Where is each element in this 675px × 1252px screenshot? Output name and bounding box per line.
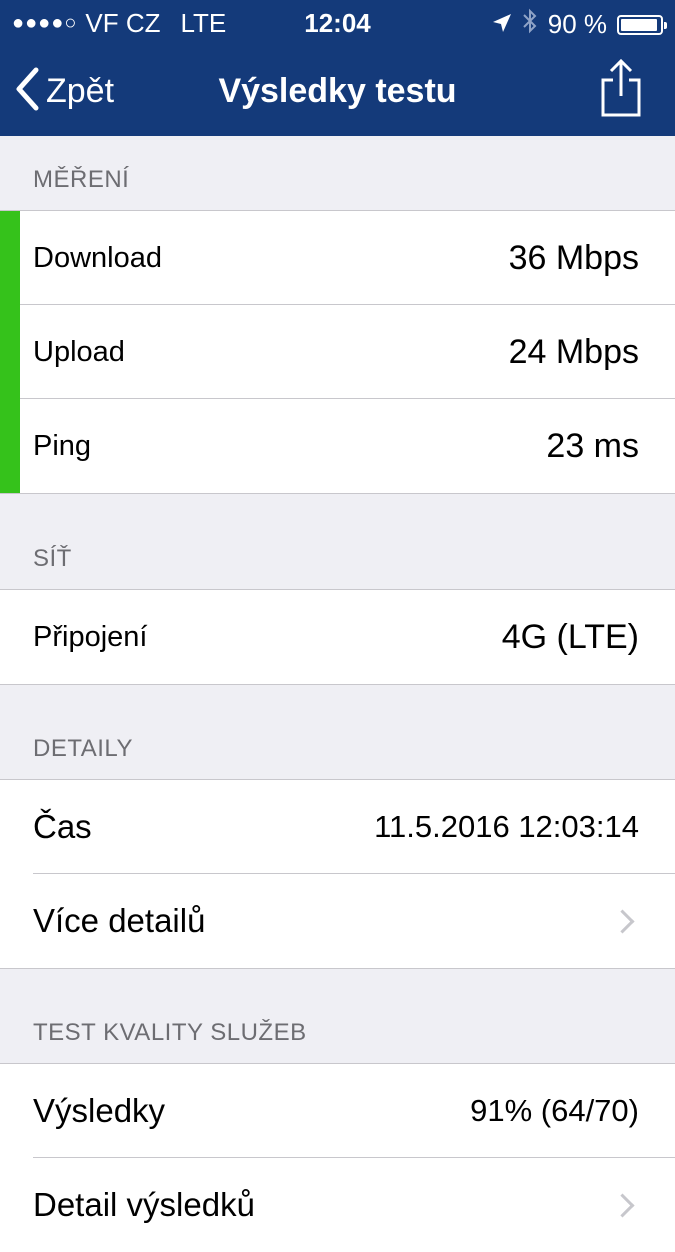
row-label: Více detailů bbox=[33, 902, 206, 939]
status-right: 90 % bbox=[492, 8, 667, 41]
details-row-time: Čas 11.5.2016 12:03:14 bbox=[0, 780, 675, 874]
section-header-details: DETAILY bbox=[33, 735, 133, 762]
location-arrow-icon bbox=[492, 9, 512, 40]
row-label: Připojení bbox=[33, 620, 148, 653]
row-value: 23 ms bbox=[546, 426, 639, 465]
network-group: Připojení 4G (LTE) bbox=[0, 589, 675, 685]
share-button[interactable] bbox=[599, 58, 643, 118]
row-value: 36 Mbps bbox=[508, 238, 639, 277]
chevron-right-icon bbox=[610, 1192, 635, 1218]
row-label: Čas bbox=[33, 808, 92, 845]
measurement-group: Download 36 Mbps Upload 24 Mbps Ping 23 … bbox=[0, 210, 675, 494]
measurement-row-download: Download 36 Mbps bbox=[0, 211, 675, 305]
row-label: Detail výsledků bbox=[33, 1186, 255, 1223]
network-row-connection: Připojení 4G (LTE) bbox=[0, 590, 675, 684]
bluetooth-icon bbox=[522, 8, 538, 41]
navigation-bar: Zpět Výsledky testu bbox=[0, 46, 675, 136]
row-label: Upload bbox=[33, 335, 125, 368]
section-header-measurement: MĚŘENÍ bbox=[33, 166, 130, 193]
row-value: 91% (64/70) bbox=[470, 1093, 639, 1128]
measurement-row-ping: Ping 23 ms bbox=[0, 398, 675, 493]
qos-row-results: Výsledky 91% (64/70) bbox=[0, 1064, 675, 1158]
section-header-qos: TEST KVALITY SLUŽEB bbox=[33, 1019, 307, 1046]
qos-group: Výsledky 91% (64/70) Detail výsledků bbox=[0, 1063, 675, 1252]
row-label: Výsledky bbox=[33, 1092, 166, 1129]
row-value: 11.5.2016 12:03:14 bbox=[374, 809, 639, 844]
qos-row-result-details[interactable]: Detail výsledků bbox=[0, 1157, 675, 1252]
chevron-right-icon bbox=[610, 908, 635, 934]
row-value: 24 Mbps bbox=[508, 332, 639, 371]
status-bar: ●●●●○ VF CZ LTE 12:04 90 % bbox=[0, 0, 675, 46]
row-label: Ping bbox=[33, 429, 92, 462]
battery-icon bbox=[617, 14, 667, 35]
section-header-network: SÍŤ bbox=[33, 545, 72, 572]
row-label: Download bbox=[33, 241, 162, 274]
status-indicator-good bbox=[0, 305, 20, 399]
page-title: Výsledky testu bbox=[218, 72, 457, 110]
measurement-row-upload: Upload 24 Mbps bbox=[0, 304, 675, 399]
status-indicator-good bbox=[0, 211, 20, 305]
details-group: Čas 11.5.2016 12:03:14 Více detailů bbox=[0, 779, 675, 969]
details-row-more-details[interactable]: Více detailů bbox=[0, 873, 675, 968]
row-value: 4G (LTE) bbox=[501, 617, 639, 656]
share-icon bbox=[599, 58, 643, 122]
status-indicator-good bbox=[0, 399, 20, 493]
battery-percentage: 90 % bbox=[547, 9, 607, 39]
